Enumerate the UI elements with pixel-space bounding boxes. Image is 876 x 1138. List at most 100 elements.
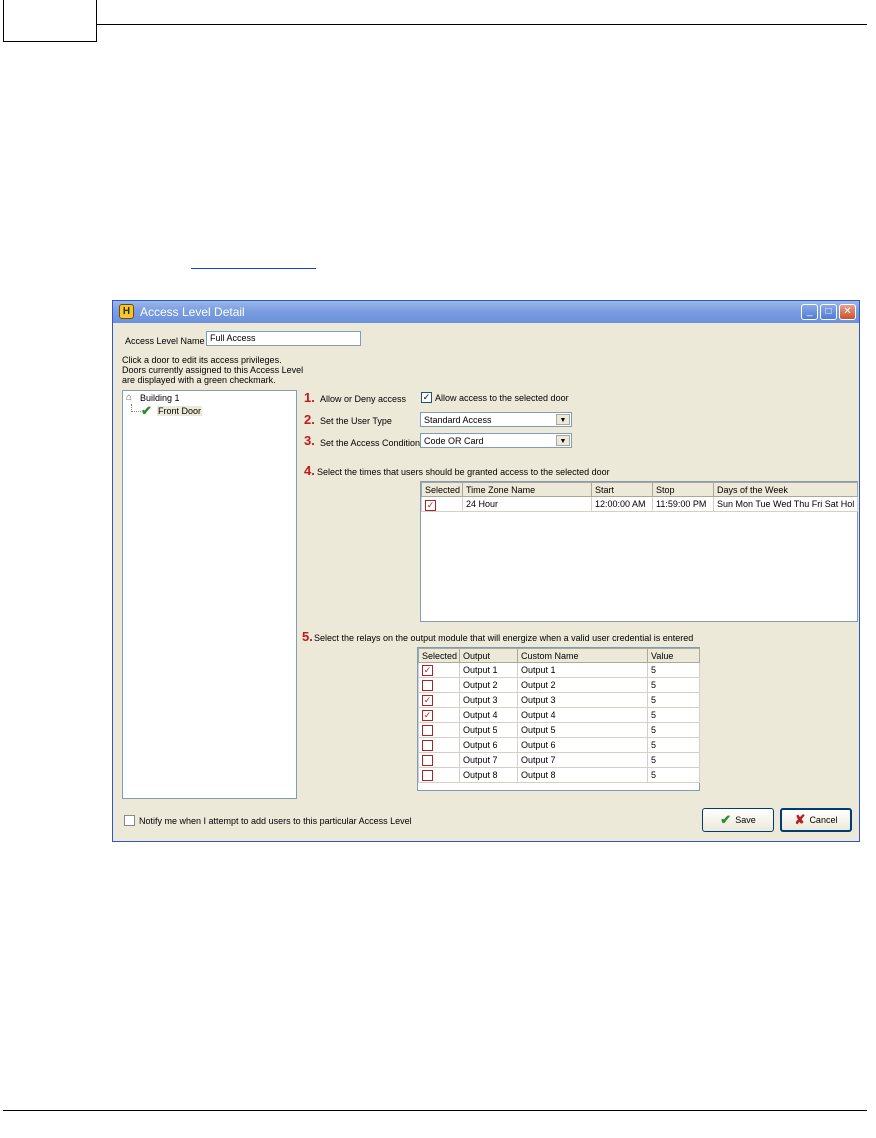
- output-cell: Output 5: [459, 722, 518, 738]
- row-selected-cell: ✓: [418, 707, 460, 723]
- step-3-label: Set the Access Condition: [320, 438, 421, 448]
- row-checkbox[interactable]: [422, 724, 433, 736]
- step-5-number: 5.: [302, 629, 313, 644]
- row-checkbox[interactable]: ✓: [425, 499, 436, 511]
- value-cell: 5: [647, 662, 700, 678]
- custom-name-cell: Output 3: [517, 692, 648, 708]
- table-row[interactable]: ✓ 24 Hour 12:00:00 AM 11:59:00 PM Sun Mo…: [421, 496, 858, 512]
- table-row[interactable]: ✓ Output 1 Output 15: [418, 662, 700, 678]
- value-cell: 5: [647, 722, 700, 738]
- allow-access-checkbox[interactable]: ✓: [421, 392, 432, 403]
- row-selected-cell: [418, 677, 460, 693]
- door-tree: ⌂ Building 1 ✔ Front Door: [122, 390, 297, 799]
- output-cell: Output 2: [459, 677, 518, 693]
- app-icon: H: [119, 304, 134, 319]
- row-checkbox[interactable]: ✓: [422, 664, 433, 676]
- table-row[interactable]: Output 8 Output 85: [418, 767, 700, 783]
- output-cell: Output 8: [459, 767, 518, 783]
- output-cell: Output 3: [459, 692, 518, 708]
- row-checkbox[interactable]: [422, 739, 433, 751]
- green-checkmark-icon: ✔: [141, 403, 152, 418]
- step-1-label: Allow or Deny access: [320, 394, 407, 404]
- cancel-label: Cancel: [809, 815, 838, 825]
- step-3-number: 3.: [304, 433, 315, 448]
- output-cell: Output 4: [459, 707, 518, 723]
- custom-name-cell: Output 1: [517, 662, 648, 678]
- table-row[interactable]: Output 6 Output 65: [418, 737, 700, 753]
- stop-cell: 11:59:00 PM: [652, 496, 714, 512]
- row-checkbox[interactable]: [422, 679, 433, 691]
- close-icon[interactable]: ✕: [839, 304, 856, 320]
- row-checkbox[interactable]: ✓: [422, 709, 433, 721]
- value-cell: 5: [647, 737, 700, 753]
- access-condition-select[interactable]: Code OR Card ▼: [420, 433, 572, 448]
- col-stop[interactable]: Stop: [652, 482, 714, 497]
- col-start[interactable]: Start: [591, 482, 653, 497]
- col-days-of-week[interactable]: Days of the Week: [713, 482, 858, 497]
- table-row[interactable]: Output 7 Output 75: [418, 752, 700, 768]
- table-row[interactable]: Output 2 Output 25: [418, 677, 700, 693]
- outputs-grid: Selected Output Custom Name Value ✓ Outpu…: [417, 647, 700, 791]
- row-selected-cell: ✓: [418, 692, 460, 708]
- title-bar[interactable]: H Access Level Detail _ □ ✕: [113, 301, 859, 323]
- instructions-line-2: Doors currently assigned to this Access …: [122, 365, 304, 375]
- maximize-icon[interactable]: □: [820, 304, 837, 320]
- step-1-number: 1.: [304, 390, 315, 405]
- row-selected-cell: ✓: [418, 662, 460, 678]
- col-custom-name[interactable]: Custom Name: [517, 648, 648, 663]
- col-time-zone-name[interactable]: Time Zone Name: [462, 482, 592, 497]
- row-checkbox[interactable]: ✓: [422, 694, 433, 706]
- days-cell: Sun Mon Tue Wed Thu Fri Sat Hol: [713, 496, 858, 512]
- value-cell: 5: [647, 752, 700, 768]
- time-zone-name-cell: 24 Hour: [462, 496, 592, 512]
- col-value[interactable]: Value: [647, 648, 700, 663]
- row-checkbox[interactable]: [422, 754, 433, 766]
- instructions-line-3: are displayed with a green checkmark.: [122, 375, 276, 385]
- custom-name-cell: Output 4: [517, 707, 648, 723]
- allow-access-label: Allow access to the selected door: [435, 393, 569, 403]
- col-selected[interactable]: Selected: [421, 482, 463, 497]
- custom-name-cell: Output 6: [517, 737, 648, 753]
- notify-checkbox[interactable]: [124, 815, 135, 826]
- chevron-down-icon[interactable]: ▼: [556, 414, 570, 425]
- tree-item-front-door[interactable]: Front Door: [157, 406, 203, 416]
- step-4-number: 4.: [304, 463, 315, 478]
- chevron-down-icon[interactable]: ▼: [556, 435, 570, 446]
- access-level-detail-window: H Access Level Detail _ □ ✕ Access Level…: [112, 300, 860, 842]
- output-cell: Output 1: [459, 662, 518, 678]
- tree-connector-h: [131, 411, 141, 412]
- window-title: Access Level Detail: [140, 305, 245, 319]
- checkmark-icon: ✔: [720, 812, 732, 827]
- col-selected[interactable]: Selected: [418, 648, 460, 663]
- user-type-value: Standard Access: [424, 415, 492, 425]
- table-row[interactable]: ✓ Output 4 Output 45: [418, 707, 700, 723]
- table-row[interactable]: ✓ Output 3 Output 35: [418, 692, 700, 708]
- value-cell: 5: [647, 767, 700, 783]
- cancel-button[interactable]: ✘ Cancel: [780, 808, 852, 832]
- time-zone-grid: Selected Time Zone Name Start Stop Days …: [420, 481, 858, 622]
- output-cell: Output 7: [459, 752, 518, 768]
- output-cell: Output 6: [459, 737, 518, 753]
- step-4-label: Select the times that users should be gr…: [317, 467, 610, 477]
- footer-rule: [3, 1110, 867, 1111]
- row-checkbox[interactable]: [422, 769, 433, 781]
- value-cell: 5: [647, 692, 700, 708]
- tree-item-building[interactable]: Building 1: [140, 393, 180, 403]
- table-row[interactable]: Output 5 Output 55: [418, 722, 700, 738]
- custom-name-cell: Output 5: [517, 722, 648, 738]
- start-cell: 12:00:00 AM: [591, 496, 653, 512]
- save-label: Save: [735, 815, 756, 825]
- row-selected-cell: [418, 722, 460, 738]
- instructions-line-1: Click a door to edit its access privileg…: [122, 355, 282, 365]
- custom-name-cell: Output 7: [517, 752, 648, 768]
- custom-name-cell: Output 8: [517, 767, 648, 783]
- user-type-select[interactable]: Standard Access ▼: [420, 412, 572, 427]
- hyperlink-underline[interactable]: [191, 268, 316, 269]
- step-2-number: 2.: [304, 412, 315, 427]
- row-selected-cell: [418, 752, 460, 768]
- save-button[interactable]: ✔ Save: [702, 808, 774, 832]
- col-output[interactable]: Output: [459, 648, 518, 663]
- minimize-icon[interactable]: _: [801, 304, 818, 320]
- access-level-name-input[interactable]: Full Access: [206, 331, 361, 346]
- step-5-label: Select the relays on the output module t…: [314, 633, 694, 643]
